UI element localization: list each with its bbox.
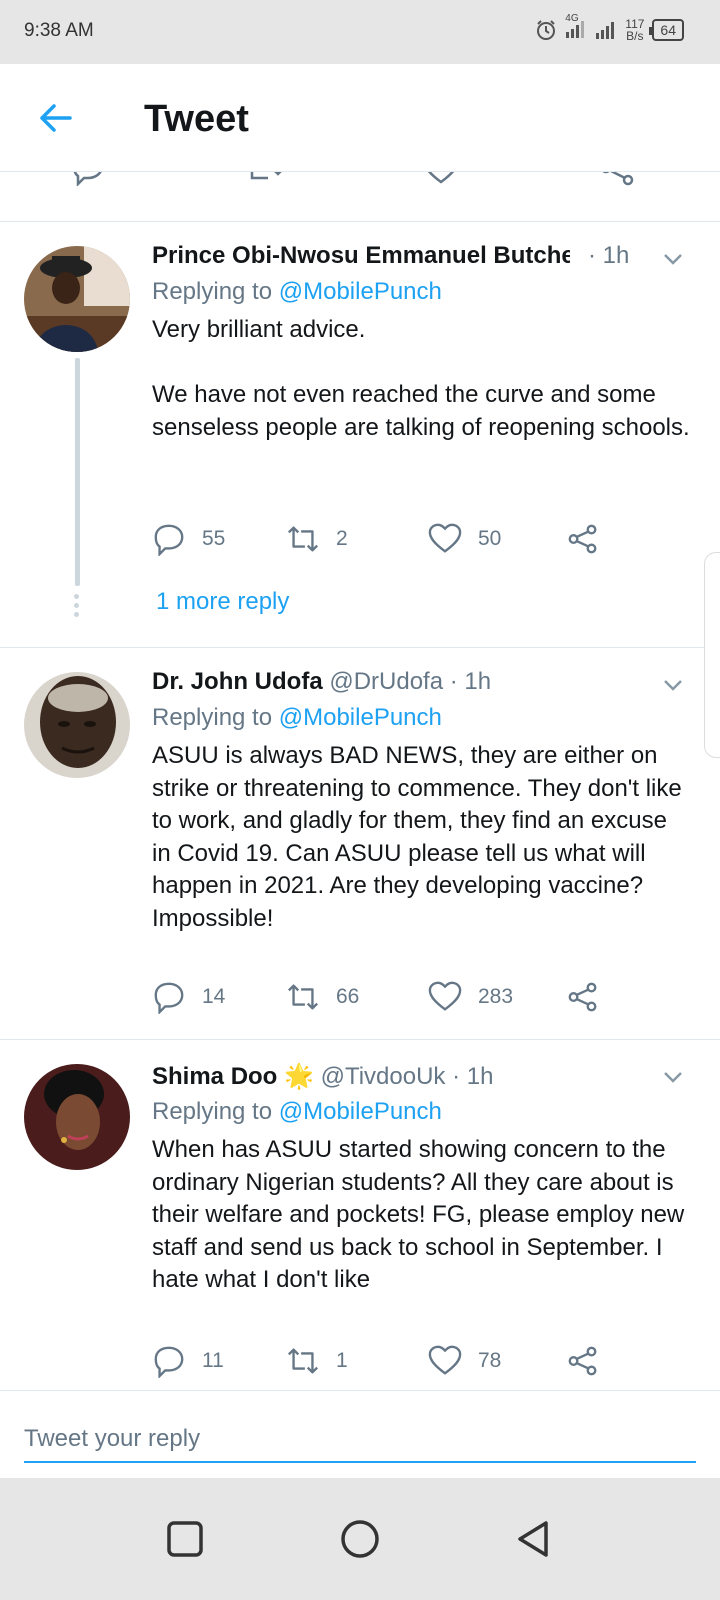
retweet-button[interactable]: 1 <box>286 1344 348 1378</box>
back-triangle-icon[interactable] <box>510 1514 560 1564</box>
like-button[interactable]: 283 <box>428 980 513 1014</box>
mention-link[interactable]: @MobilePunch <box>279 1098 442 1125</box>
alarm-icon <box>537 20 556 40</box>
author-handle: @TivdooUk <box>320 1063 446 1090</box>
share-button[interactable] <box>566 522 600 556</box>
reply-tweet[interactable]: Shima Doo 🌟 @TivdooUk · 1h Replying to @… <box>0 1040 720 1390</box>
network-type: 4G <box>565 12 579 24</box>
retweet-button[interactable]: 66 <box>286 980 359 1014</box>
tweet-actions: 11 1 78 <box>152 1344 622 1384</box>
retweet-icon[interactable] <box>248 172 288 186</box>
share-icon[interactable] <box>598 172 638 186</box>
replying-to: Replying to @MobilePunch <box>152 1098 442 1126</box>
like-icon[interactable] <box>422 172 460 186</box>
reply-icon <box>154 524 184 556</box>
tweet-header: Shima Doo 🌟 @TivdooUk · 1h <box>152 1062 684 1092</box>
replying-prefix: Replying to <box>152 278 273 305</box>
reply-icon <box>154 1346 184 1378</box>
author-name[interactable]: Shima Doo <box>152 1063 277 1090</box>
reply-tweet[interactable]: Prince Obi-Nwosu Emmanuel Butches ... · … <box>0 222 720 648</box>
replying-prefix: Replying to <box>152 1098 273 1125</box>
avatar[interactable] <box>24 246 130 352</box>
tweet-text: When has ASUU started showing concern to… <box>152 1136 691 1293</box>
heart-icon <box>428 1345 462 1375</box>
retweet-button[interactable]: 2 <box>286 522 348 556</box>
reply-icon <box>154 982 184 1014</box>
reply-composer <box>0 1390 720 1478</box>
network-speed: 117 B/s <box>625 18 644 42</box>
tweet-actions: 14 66 283 <box>152 980 622 1020</box>
mention-link[interactable]: @MobilePunch <box>279 278 442 305</box>
mention-link[interactable]: @MobilePunch <box>279 704 442 731</box>
share-button[interactable] <box>566 980 600 1014</box>
retweet-count: 66 <box>336 985 360 1008</box>
retweet-icon <box>287 1348 319 1374</box>
reply-count: 11 <box>202 1349 224 1372</box>
replying-to: Replying to @MobilePunch <box>152 704 442 732</box>
tweet-time: · 1h <box>449 668 492 695</box>
author-name[interactable]: Dr. John Udofa <box>152 668 323 695</box>
heart-icon <box>428 981 462 1011</box>
speed-unit: B/s <box>626 29 644 43</box>
like-button[interactable]: 50 <box>428 522 501 556</box>
replying-to: Replying to @MobilePunch <box>152 278 442 306</box>
tweet-actions: 55 2 50 <box>152 522 622 562</box>
reply-input[interactable] <box>24 1417 696 1463</box>
arrow-left-icon[interactable] <box>36 98 76 138</box>
status-time: 9:38 AM <box>24 20 94 41</box>
heart-icon <box>428 523 462 553</box>
retweet-icon <box>287 984 319 1010</box>
author-handle: @DrUdofa <box>329 668 444 695</box>
like-count: 283 <box>478 985 514 1008</box>
tweet-text: ASUU is always BAD NEWS, they are either… <box>152 742 689 932</box>
tweet-time: · 1h <box>452 1063 494 1090</box>
share-button[interactable] <box>566 1344 600 1378</box>
header: Tweet <box>0 64 720 172</box>
reply-button[interactable]: 11 <box>152 1344 224 1378</box>
retweet-count: 1 <box>336 1349 348 1372</box>
reply-count: 55 <box>202 527 226 550</box>
share-icon <box>568 1346 597 1376</box>
side-scroll-handle[interactable] <box>704 552 720 758</box>
reply-tweet[interactable]: Dr. John Udofa @DrUdofa · 1h Replying to… <box>0 648 720 1040</box>
more-replies-link[interactable]: 1 more reply <box>156 588 289 616</box>
reply-button[interactable]: 55 <box>152 522 225 556</box>
page-title: Tweet <box>144 98 249 140</box>
retweet-count: 2 <box>336 527 348 550</box>
author-name[interactable]: Prince Obi-Nwosu Emmanuel Butches <box>152 242 570 269</box>
retweet-icon <box>287 526 319 552</box>
recents-square-icon[interactable] <box>160 1514 210 1564</box>
tweet-header: Prince Obi-Nwosu Emmanuel Butches ... <box>152 242 570 272</box>
tweet-time: · 1h <box>588 242 630 269</box>
thread-line <box>75 358 80 586</box>
thread-dots <box>74 594 80 621</box>
navigation-bar <box>0 1478 720 1600</box>
status-icons: 4G 117 B/s 64 <box>535 13 684 42</box>
like-count: 78 <box>478 1349 502 1372</box>
like-count: 50 <box>478 527 502 550</box>
star-emoji-icon: 🌟 <box>284 1063 314 1090</box>
reply-icon[interactable] <box>70 172 106 186</box>
parent-tweet-actions <box>0 172 720 222</box>
signal-4g-icon: 4G <box>565 13 587 42</box>
avatar[interactable] <box>24 672 130 778</box>
share-icon <box>568 982 597 1012</box>
battery-icon: 64 <box>649 19 684 41</box>
share-icon <box>568 524 597 554</box>
reply-count: 14 <box>202 985 226 1008</box>
signal-bars-icon <box>596 22 615 39</box>
tweet-text: Very brilliant advice. We have not even … <box>152 316 690 441</box>
like-button[interactable]: 78 <box>428 1344 501 1378</box>
replying-prefix: Replying to <box>152 704 273 731</box>
chevron-down-icon[interactable] <box>660 672 686 698</box>
chevron-down-icon[interactable] <box>660 246 686 272</box>
chevron-down-icon[interactable] <box>660 1064 686 1090</box>
reply-button[interactable]: 14 <box>152 980 225 1014</box>
tweet-header: Dr. John Udofa @DrUdofa · 1h <box>152 668 684 698</box>
status-bar: 9:38 AM 4G 117 B/s 64 <box>0 0 720 64</box>
avatar[interactable] <box>24 1064 130 1170</box>
home-circle-icon[interactable] <box>335 1514 385 1564</box>
